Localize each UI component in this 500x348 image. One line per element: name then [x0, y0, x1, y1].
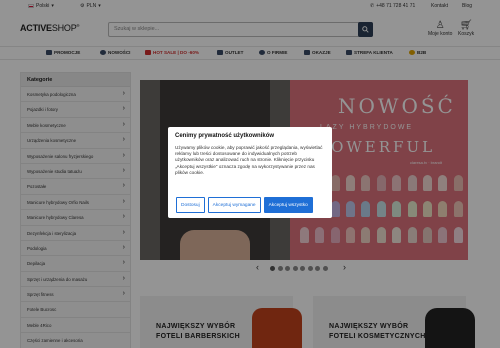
customize-button[interactable]: Dostosuj	[176, 197, 205, 213]
cookie-dialog-title: Cenimy prywatność użytkowników	[175, 133, 275, 139]
accept-all-button[interactable]: Akceptuj wszystko	[263, 197, 313, 213]
cookie-dialog-body: Używamy plików cookie, aby poprawić jako…	[175, 145, 323, 175]
accept-required-button[interactable]: Akceptuj wymagane	[207, 197, 261, 213]
cookie-consent-dialog: Cenimy prywatność użytkowników Używamy p…	[168, 127, 332, 218]
cookie-dialog-actions: Dostosuj Akceptuj wymagane Akceptuj wszy…	[176, 197, 313, 213]
